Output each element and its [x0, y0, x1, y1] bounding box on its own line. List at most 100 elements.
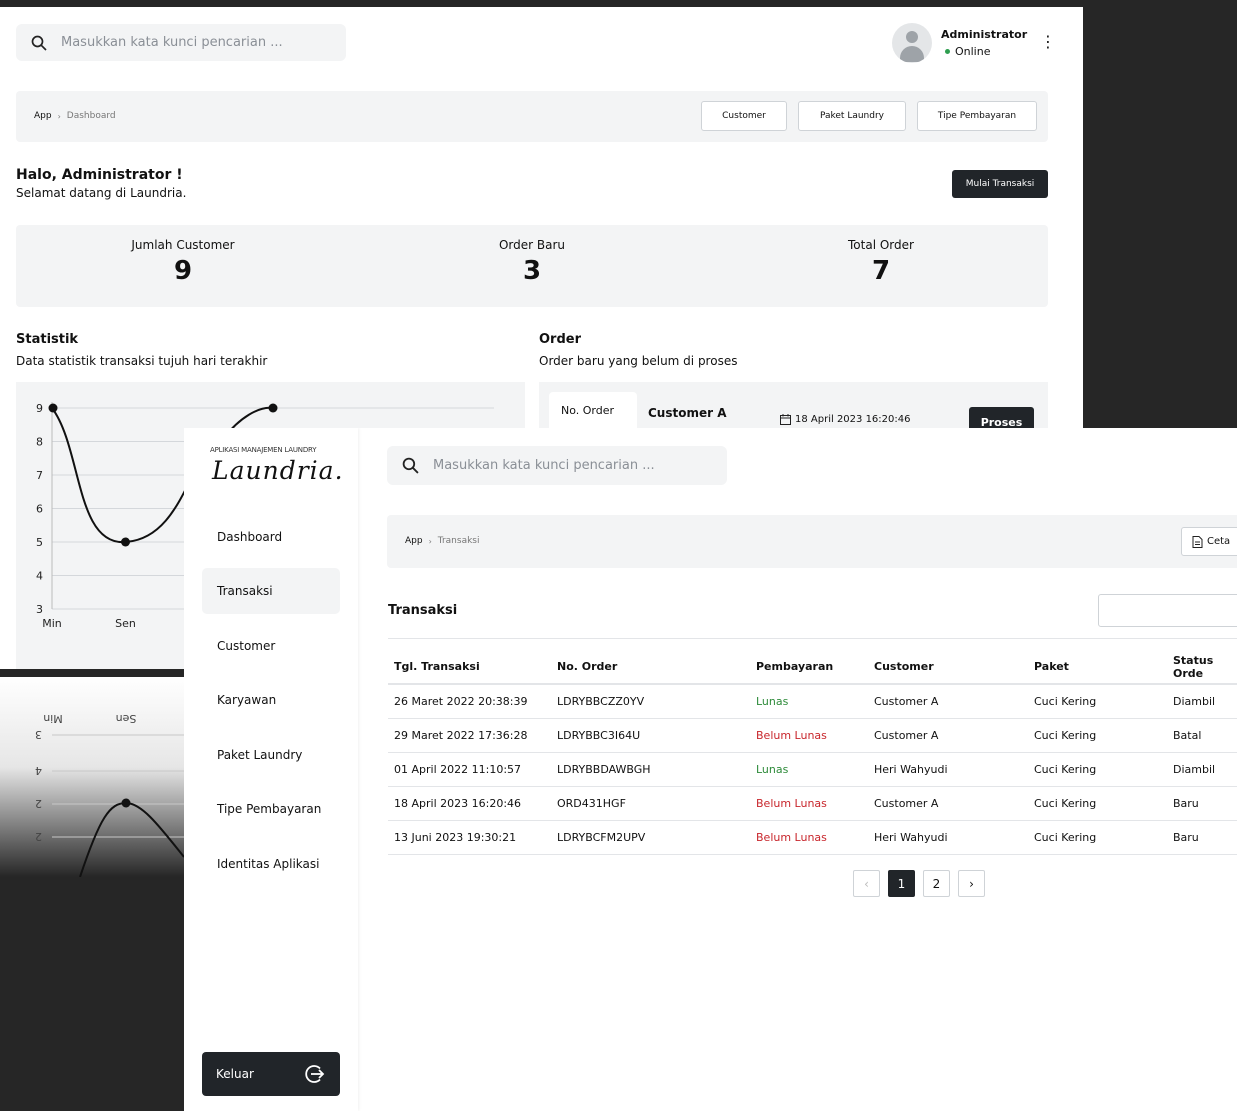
- transaksi-table: Tgl. Transaksi No. Order Pembayaran Cust…: [388, 650, 1237, 855]
- table-title: Transaksi: [388, 603, 458, 618]
- breadcrumb-root[interactable]: App: [34, 111, 52, 121]
- cell-no-order: ORD431HGF: [551, 786, 750, 821]
- user-profile[interactable]: Administrator Online: [892, 23, 1027, 63]
- order-customer: Customer A: [648, 406, 727, 420]
- cell-status: Baru: [1167, 820, 1237, 855]
- paket-laundry-button[interactable]: Paket Laundry: [798, 101, 906, 131]
- cell-pembayaran: Lunas: [750, 684, 868, 719]
- divider: [388, 638, 1237, 639]
- customer-button[interactable]: Customer: [701, 101, 787, 131]
- col-customer[interactable]: Customer: [868, 650, 1028, 685]
- order-subtitle: Order baru yang belum di proses: [539, 354, 738, 368]
- statistik-title: Statistik: [16, 332, 79, 347]
- col-pembayaran[interactable]: Pembayaran: [750, 650, 868, 685]
- col-no-order[interactable]: No. Order: [551, 650, 750, 685]
- logout-button[interactable]: Keluar: [202, 1052, 340, 1096]
- table-row[interactable]: 26 Maret 2022 20:38:39 LDRYBBCZZ0YV Luna…: [388, 684, 1237, 719]
- y-tick-label: 5: [36, 536, 43, 549]
- sidebar-item-paket-laundry[interactable]: Paket Laundry: [202, 732, 340, 778]
- col-tgl-transaksi[interactable]: Tgl. Transaksi: [388, 650, 551, 685]
- online-dot-icon: [945, 49, 950, 54]
- brand-logo[interactable]: Laundria.: [212, 456, 344, 485]
- order-number-label: No. Order: [549, 392, 637, 432]
- cell-status: Diambil: [1167, 752, 1237, 787]
- table-row[interactable]: 29 Maret 2022 17:36:28 LDRYBBC3I64U Belu…: [388, 718, 1237, 753]
- table-row[interactable]: 13 Juni 2023 19:30:21 LDRYBCFM2UPV Belum…: [388, 820, 1237, 855]
- search-input[interactable]: Masukkan kata kunci pencarian ...: [433, 458, 655, 473]
- greeting: Halo, Administrator ! Selamat datang di …: [16, 167, 186, 200]
- x-tick-label: Min: [43, 712, 63, 725]
- cell-status: Diambil: [1167, 684, 1237, 719]
- search-bar[interactable]: Masukkan kata kunci pencarian ...: [387, 446, 727, 485]
- y-tick-label: 4: [35, 764, 42, 777]
- cell-no-order: LDRYBBC3I64U: [551, 718, 750, 753]
- cell-customer: Customer A: [868, 718, 1028, 753]
- y-tick-label: 9: [36, 402, 43, 415]
- data-point: [268, 403, 278, 413]
- table-row[interactable]: 18 April 2023 16:20:46 ORD431HGF Belum L…: [388, 786, 1237, 821]
- cell-tgl: 13 Juni 2023 19:30:21: [388, 820, 551, 855]
- cell-no-order: LDRYBBDAWBGH: [551, 752, 750, 787]
- table-search-input[interactable]: [1098, 594, 1237, 627]
- page-2-button[interactable]: 2: [923, 870, 950, 897]
- cell-pembayaran: Belum Lunas: [750, 820, 868, 855]
- cell-customer: Heri Wahyudi: [868, 752, 1028, 787]
- search-icon: [402, 457, 419, 474]
- data-point: [121, 537, 130, 547]
- breadcrumb: App › Dashboard: [34, 111, 116, 121]
- breadcrumb-root[interactable]: App: [405, 536, 423, 546]
- cell-pembayaran: Belum Lunas: [750, 786, 868, 821]
- data-point: [48, 403, 58, 413]
- cell-tgl: 29 Maret 2022 17:36:28: [388, 718, 551, 753]
- print-button[interactable]: Ceta: [1181, 527, 1237, 556]
- cell-status: Batal: [1167, 718, 1237, 753]
- sidebar-item-identitas-aplikasi[interactable]: Identitas Aplikasi: [202, 841, 340, 887]
- y-tick-label: 8: [36, 436, 43, 449]
- cell-paket: Cuci Kering: [1028, 786, 1167, 821]
- x-tick-label: Sen: [116, 712, 137, 725]
- logout-icon: [305, 1065, 325, 1083]
- cell-tgl: 26 Maret 2022 20:38:39: [388, 684, 551, 719]
- next-page-button[interactable]: ›: [958, 870, 985, 897]
- breadcrumb-current: Transaksi: [437, 536, 480, 546]
- breadcrumb-bar: App › Dashboard Customer Paket Laundry T…: [16, 91, 1048, 142]
- chart-reflection: 3 4 2 2 Min Sen: [0, 677, 184, 877]
- x-tick-label: Sen: [115, 617, 136, 630]
- search-bar[interactable]: Masukkan kata kunci pencarian ...: [16, 24, 346, 61]
- y-tick-label: 6: [36, 503, 43, 516]
- prev-page-button[interactable]: ‹: [853, 870, 880, 897]
- cell-paket: Cuci Kering: [1028, 718, 1167, 753]
- sidebar-item-tipe-pembayaran[interactable]: Tipe Pembayaran: [202, 786, 340, 832]
- logout-label: Keluar: [216, 1067, 254, 1081]
- y-tick-label: 2: [35, 830, 42, 843]
- cell-tgl: 01 April 2022 11:10:57: [388, 752, 551, 787]
- breadcrumb-separator-icon: ›: [57, 111, 61, 121]
- cell-customer: Heri Wahyudi: [868, 820, 1028, 855]
- cell-pembayaran: Belum Lunas: [750, 718, 868, 753]
- calendar-icon: [780, 414, 791, 425]
- more-menu-icon[interactable]: ⋮: [1040, 34, 1056, 50]
- start-transaction-button[interactable]: Mulai Transaksi: [952, 170, 1048, 198]
- sidebar-item-karyawan[interactable]: Karyawan: [202, 677, 340, 723]
- search-input[interactable]: Masukkan kata kunci pencarian ...: [61, 35, 283, 50]
- y-tick-label: 7: [36, 469, 43, 482]
- col-status-order[interactable]: Status Orde: [1167, 650, 1237, 685]
- sidebar-item-transaksi[interactable]: Transaksi: [202, 568, 340, 614]
- sidebar-item-dashboard[interactable]: Dashboard: [202, 514, 340, 560]
- stat-order-baru: Order Baru 3: [498, 238, 566, 286]
- y-tick-label: 4: [36, 570, 43, 583]
- breadcrumb-bar: App › Transaksi Ceta: [387, 515, 1237, 568]
- data-point: [121, 798, 131, 808]
- user-name: Administrator: [941, 28, 1028, 41]
- series-line: [79, 801, 184, 877]
- tipe-pembayaran-button[interactable]: Tipe Pembayaran: [917, 101, 1037, 131]
- sidebar-item-customer[interactable]: Customer: [202, 623, 340, 669]
- stat-total-order: Total Order 7: [848, 238, 914, 286]
- stat-jumlah-customer: Jumlah Customer 9: [131, 238, 235, 286]
- table-row[interactable]: 01 April 2022 11:10:57 LDRYBBDAWBGH Luna…: [388, 752, 1237, 787]
- col-paket[interactable]: Paket: [1028, 650, 1167, 685]
- page-1-button[interactable]: 1: [888, 870, 915, 897]
- y-tick-label: 2: [35, 797, 42, 810]
- statistik-subtitle: Data statistik transaksi tujuh hari tera…: [16, 354, 268, 368]
- cell-no-order: LDRYBBCZZ0YV: [551, 684, 750, 719]
